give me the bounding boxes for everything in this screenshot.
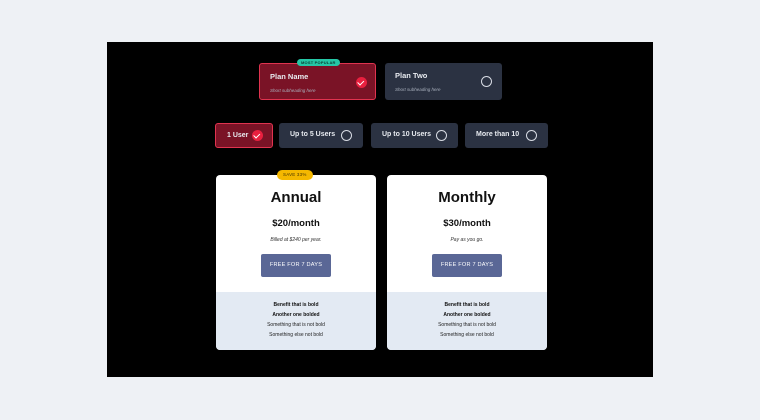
benefit-item: Something else not bold [440, 332, 494, 338]
pricing-card-annual[interactable]: SAVE 33% Annual $20/month Billed at $240… [216, 170, 376, 350]
pricing-billing-note: Pay as you go. [450, 237, 484, 243]
user-option-up-to-10[interactable]: Up to 10 Users [371, 123, 458, 148]
check-circle-icon [252, 130, 263, 141]
user-option-up-to-5[interactable]: Up to 5 Users [279, 123, 363, 148]
benefits-section: Benefit that is bold Another one bolded … [387, 292, 547, 350]
radio-ring-icon [526, 130, 537, 141]
plan-name-label: Plan Name [270, 72, 309, 81]
free-trial-button[interactable]: FREE FOR 7 DAYS [261, 254, 331, 277]
pricing-card-monthly[interactable]: Monthly $30/month Pay as you go. FREE FO… [387, 175, 547, 350]
plan-subheading: Short subheading here [270, 88, 316, 93]
check-circle-icon [356, 77, 367, 88]
pricing-title: Monthly [438, 189, 496, 206]
user-option-label: More than 10 [476, 131, 520, 138]
user-option-1-user[interactable]: 1 User [215, 123, 273, 148]
user-option-label: 1 User [227, 132, 249, 139]
user-option-more-than-10[interactable]: More than 10 [465, 123, 548, 148]
benefit-item: Another one bolded [272, 312, 320, 318]
radio-ring-icon [436, 130, 447, 141]
benefit-item: Benefit that is bold [444, 302, 490, 308]
benefit-item: Something that is not bold [438, 322, 496, 328]
pricing-billing-note: Billed at $240 per year. [270, 237, 322, 243]
radio-ring-icon [341, 130, 352, 141]
free-trial-button[interactable]: FREE FOR 7 DAYS [432, 254, 502, 277]
benefit-item: Another one bolded [443, 312, 491, 318]
benefit-item: Something else not bold [269, 332, 323, 338]
most-popular-badge: MOST POPULAR [297, 59, 340, 66]
pricing-price: $30/month [443, 218, 491, 229]
plan-name-label: Plan Two [395, 71, 428, 80]
save-badge: SAVE 33% [277, 170, 313, 180]
pricing-title: Annual [270, 189, 322, 206]
benefit-item: Benefit that is bold [273, 302, 319, 308]
pricing-panel: MOST POPULAR Plan Name Short subheading … [107, 42, 653, 377]
user-option-label: Up to 5 Users [290, 131, 336, 138]
user-option-label: Up to 10 Users [382, 131, 432, 138]
plan-subheading: Short subheading here [395, 87, 441, 92]
benefits-section: Benefit that is bold Another one bolded … [216, 292, 376, 350]
plan-card-plan-name[interactable]: MOST POPULAR Plan Name Short subheading … [259, 59, 376, 100]
benefit-item: Something that is not bold [267, 322, 325, 328]
radio-ring-icon [481, 76, 492, 87]
plan-card-plan-two[interactable]: Plan Two Short subheading here [385, 63, 502, 100]
pricing-price: $20/month [272, 218, 320, 229]
